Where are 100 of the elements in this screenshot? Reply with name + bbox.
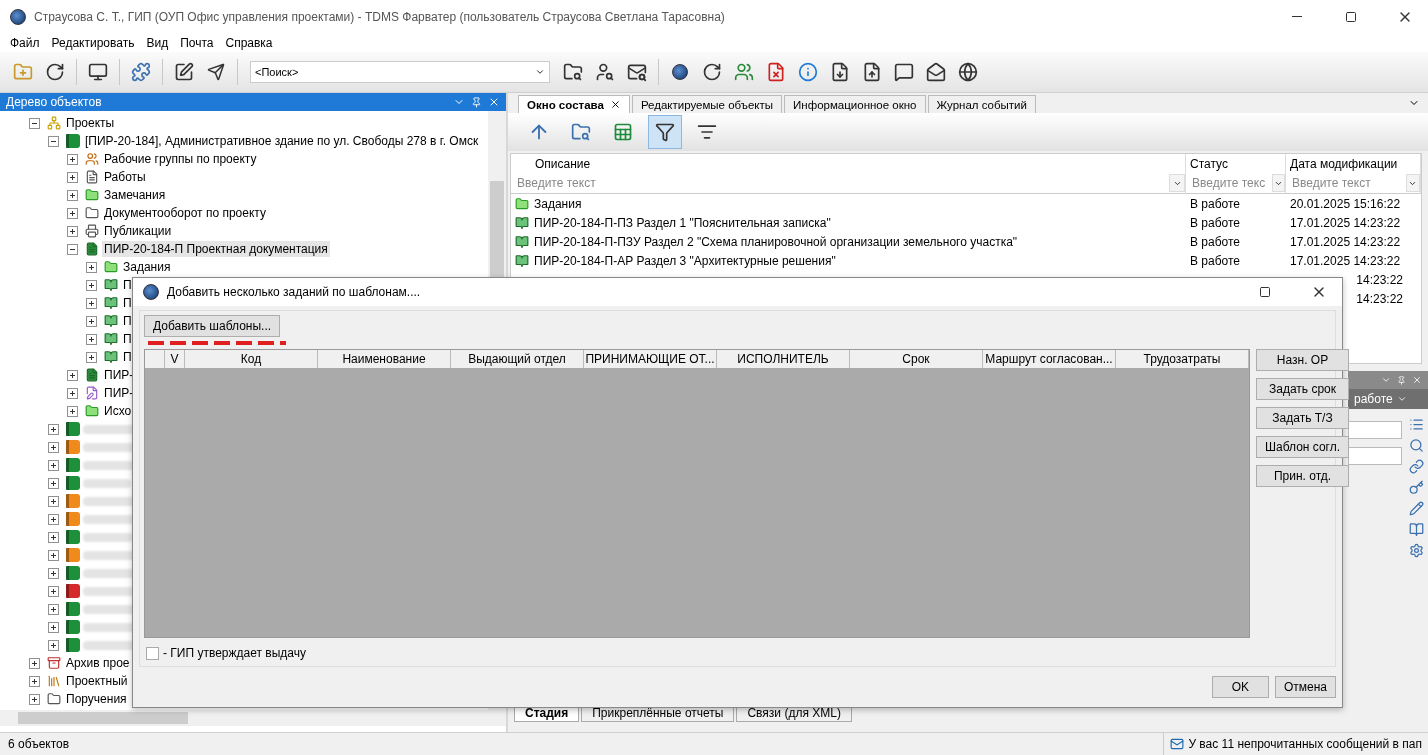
filter-field[interactable]: Введите текст	[1290, 175, 1406, 191]
expand-toggle[interactable]	[67, 225, 78, 237]
menu-item[interactable]: Справка	[219, 35, 279, 50]
column-header[interactable]: Наименование	[318, 350, 451, 368]
expand-toggle[interactable]	[48, 477, 59, 489]
column-header[interactable]: Срок	[850, 350, 983, 368]
expand-toggle[interactable]	[29, 693, 40, 705]
search-icon[interactable]	[1408, 438, 1424, 453]
column-header[interactable]: Маршрут согласован...	[983, 350, 1116, 368]
link-icon[interactable]	[1408, 459, 1424, 474]
menu-item[interactable]: Вид	[140, 35, 175, 50]
action-button[interactable]: Задать срок	[1256, 378, 1350, 400]
filter-button[interactable]	[648, 115, 682, 149]
action-button[interactable]: Шаблон согл.	[1256, 436, 1350, 458]
expand-toggle[interactable]	[48, 639, 59, 651]
expand-toggle[interactable]	[48, 549, 59, 561]
tree-item[interactable]: ПИР-	[102, 367, 136, 383]
expand-toggle[interactable]	[48, 441, 59, 453]
horizontal-scrollbar[interactable]	[0, 710, 506, 726]
tree-item[interactable]: П	[121, 277, 134, 293]
expand-toggle[interactable]	[48, 531, 59, 543]
tree-item[interactable]: Рабочие группы по проекту	[102, 151, 259, 167]
tab[interactable]: Информационное окно	[784, 95, 926, 113]
expand-toggle[interactable]	[29, 657, 40, 669]
expand-toggle[interactable]	[67, 387, 78, 399]
filter-field[interactable]: Введите текс	[1190, 175, 1272, 191]
menu-item[interactable]: Файл	[4, 35, 46, 50]
column-header[interactable]: Описание	[511, 154, 1186, 173]
dialog-button[interactable]: Отмена	[1274, 676, 1336, 698]
expand-toggle[interactable]	[48, 603, 59, 615]
expand-toggle[interactable]	[86, 351, 97, 363]
key-icon[interactable]	[1408, 480, 1424, 495]
tree-item[interactable]: Проекты	[64, 115, 117, 131]
expand-toggle[interactable]	[86, 261, 97, 273]
action-button[interactable]: Назн. ОР	[1256, 349, 1350, 371]
expand-toggle[interactable]	[86, 333, 97, 345]
column-header[interactable]: V	[165, 350, 185, 368]
input-field[interactable]	[1348, 421, 1402, 439]
action-button[interactable]: Прин. отд.	[1256, 465, 1350, 487]
tree-item[interactable]: П	[121, 331, 134, 347]
tree-item[interactable]: П	[121, 295, 134, 311]
tree-item[interactable]: Архив прое	[64, 655, 132, 671]
list-icon[interactable]	[1408, 417, 1424, 432]
tab[interactable]: Журнал событий	[927, 95, 1036, 113]
menu-item[interactable]: Почта	[174, 35, 220, 50]
tab[interactable]: Окно состава	[518, 95, 630, 113]
collapse-toggle[interactable]	[29, 117, 40, 129]
tree-item[interactable]: ПИР-20-184-П Проектная документация	[102, 241, 330, 257]
expand-toggle[interactable]	[86, 297, 97, 309]
column-header[interactable]: Код	[185, 350, 318, 368]
tree-item[interactable]: Задания	[121, 259, 173, 275]
tree-item[interactable]: Проектный	[64, 673, 130, 689]
expand-toggle[interactable]	[67, 171, 78, 183]
dialog-button[interactable]: OK	[1211, 676, 1269, 698]
search-field[interactable]: <Поиск>	[250, 61, 550, 83]
tab[interactable]: Редактируемые объекты	[631, 95, 783, 113]
settings-icon[interactable]	[1408, 543, 1424, 558]
status-message[interactable]: У вас 11 непрочитанных сообщений в пап	[1188, 737, 1422, 751]
column-header[interactable]: ПРИНИМАЮЩИЕ ОТ...	[584, 350, 717, 368]
expand-toggle[interactable]	[67, 369, 78, 381]
column-header[interactable]: Выдающий отдел	[451, 350, 584, 368]
status-dropdown[interactable]: работе	[1348, 389, 1428, 409]
collapse-toggle[interactable]	[67, 243, 78, 255]
checkbox[interactable]	[146, 646, 159, 660]
column-header[interactable]: Дата модификации	[1286, 154, 1421, 173]
expand-toggle[interactable]	[67, 189, 78, 201]
expand-toggle[interactable]	[67, 153, 78, 165]
expand-toggle[interactable]	[67, 207, 78, 219]
pencil-icon[interactable]	[1408, 501, 1424, 516]
tree-item[interactable]: Работы	[102, 169, 148, 185]
tree-item[interactable]: Публикации	[102, 223, 174, 239]
tree-item[interactable]: Исхо	[102, 403, 134, 419]
expand-toggle[interactable]	[48, 459, 59, 471]
tree-item[interactable]: П	[121, 313, 134, 329]
expand-toggle[interactable]	[48, 567, 59, 579]
expand-toggle[interactable]	[86, 279, 97, 291]
tree-item[interactable]: ПИР-	[102, 385, 136, 401]
expand-toggle[interactable]	[67, 405, 78, 417]
expand-toggle[interactable]	[48, 495, 59, 507]
expand-toggle[interactable]	[48, 621, 59, 633]
expand-toggle[interactable]	[48, 423, 59, 435]
tree-item[interactable]: Поручения	[64, 691, 129, 707]
tree-item[interactable]: Документооборот по проекту	[102, 205, 268, 221]
expand-toggle[interactable]	[48, 513, 59, 525]
column-header[interactable]: ИСПОЛНИТЕЛЬ	[717, 350, 850, 368]
filter-field[interactable]: Введите текст	[515, 175, 1170, 191]
tree-item[interactable]: [ПИР-20-184], Административное здание по ул. Свободы 278 в г. Омск	[83, 133, 481, 149]
collapse-toggle[interactable]	[48, 135, 59, 147]
add-templates-button[interactable]: Добавить шаблоны...	[144, 315, 281, 337]
expand-toggle[interactable]	[86, 315, 97, 327]
book-icon[interactable]	[1408, 522, 1424, 537]
tree-item[interactable]: П	[121, 349, 134, 365]
action-button[interactable]: Задать Т/З	[1256, 407, 1350, 429]
column-header[interactable]: Трудозатраты	[1116, 350, 1249, 368]
menu-item[interactable]: Редактировать	[45, 35, 141, 50]
input-field[interactable]	[1348, 447, 1402, 465]
column-header[interactable]: Статус	[1186, 154, 1286, 173]
expand-toggle[interactable]	[48, 585, 59, 597]
expand-toggle[interactable]	[29, 675, 40, 687]
tree-item[interactable]: Замечания	[102, 187, 168, 203]
